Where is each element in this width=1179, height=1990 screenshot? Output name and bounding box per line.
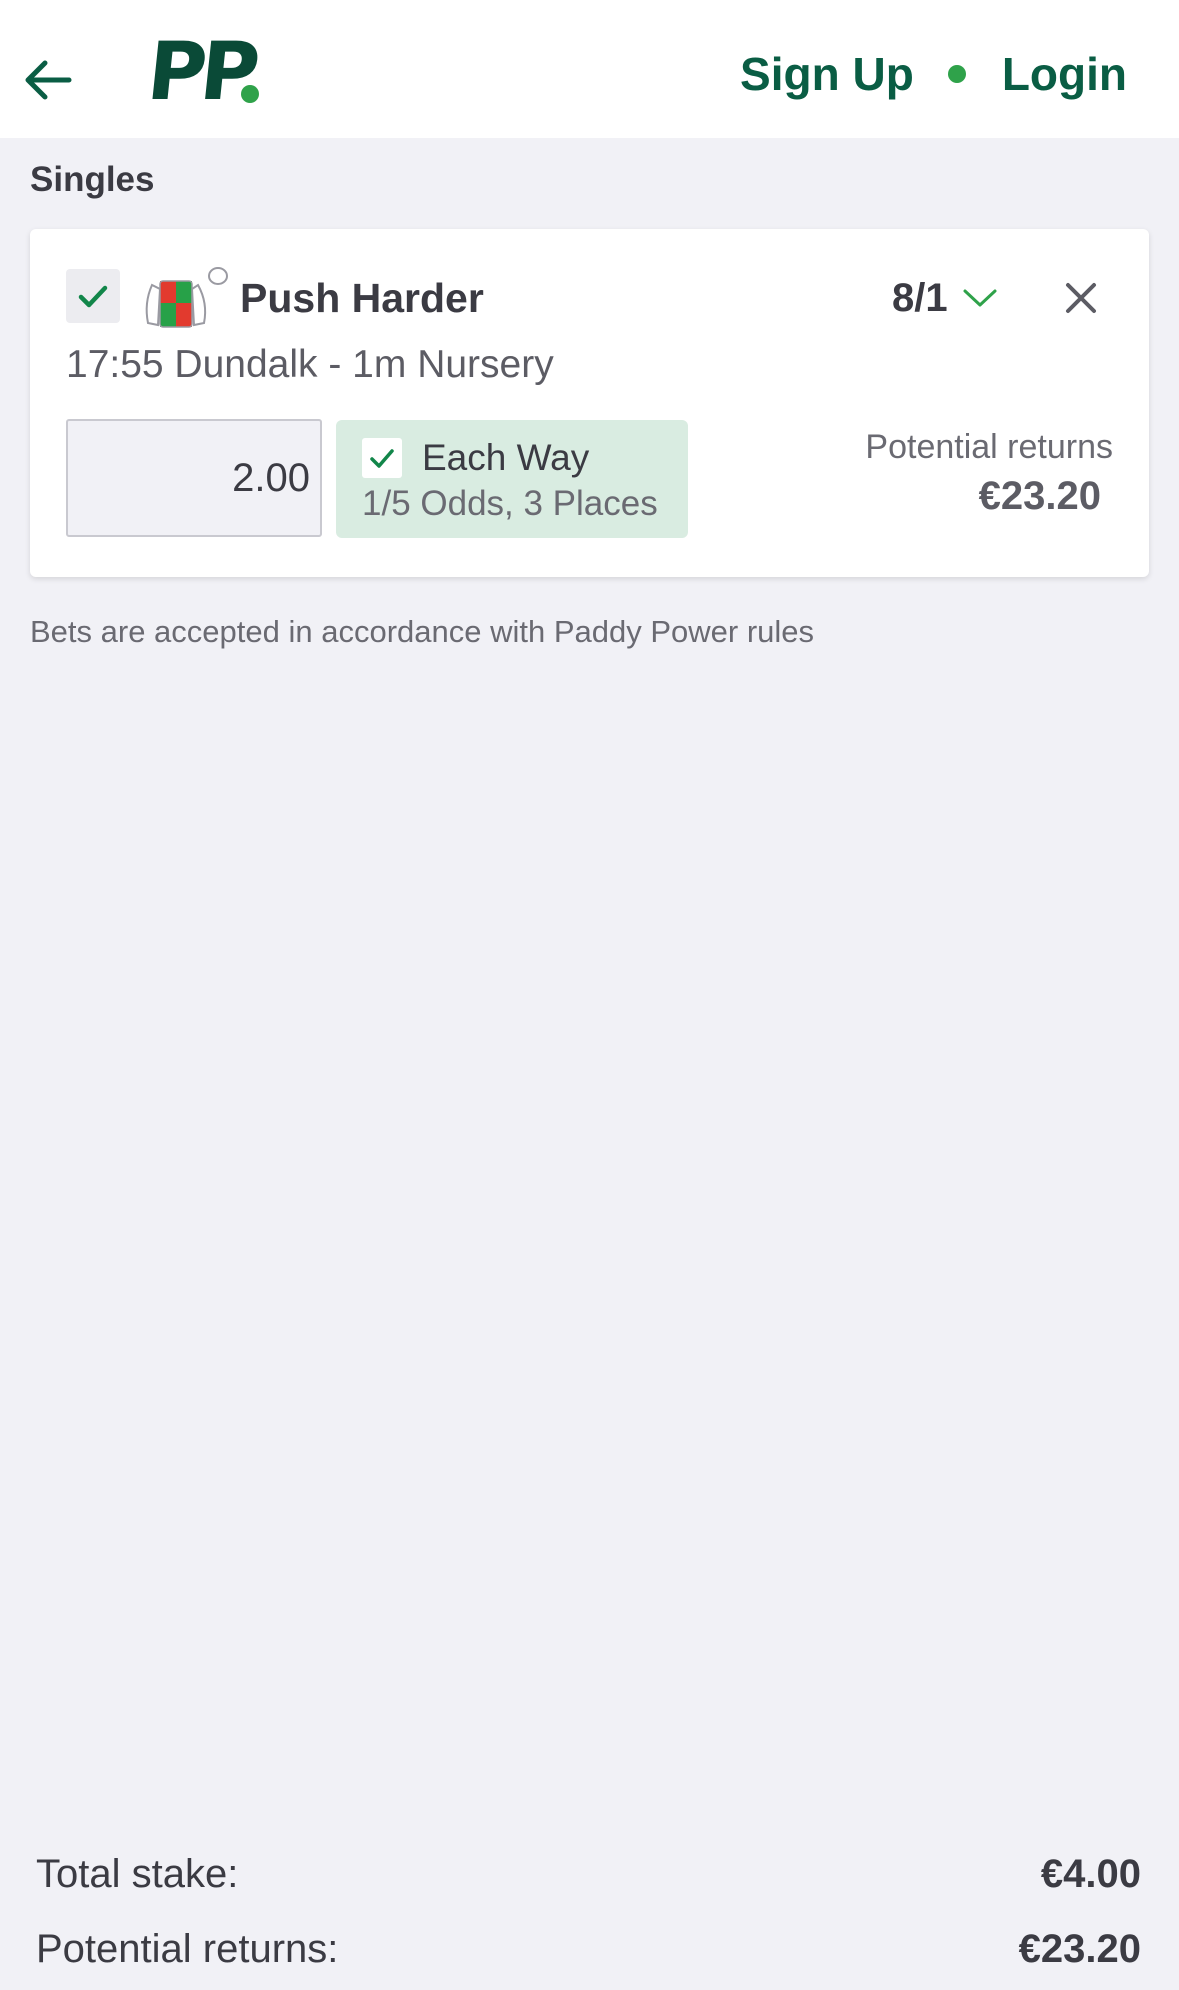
each-way-label: Each Way bbox=[422, 437, 590, 478]
bet-card: Push Harder 8/1 17:55 Dundalk - 1m Nurse… bbox=[30, 229, 1149, 577]
total-stake-label: Total stake: bbox=[36, 1852, 239, 1896]
checkmark-icon bbox=[370, 449, 394, 468]
rules-note: Bets are accepted in accordance with Pad… bbox=[30, 614, 815, 649]
each-way-toggle[interactable]: Each Way 1/5 Odds, 3 Places bbox=[336, 420, 688, 538]
each-way-checkbox[interactable] bbox=[362, 438, 402, 478]
auth-links: Sign Up Login bbox=[740, 44, 1127, 104]
section-title-singles: Singles bbox=[30, 160, 155, 199]
event-info: 17:55 Dundalk - 1m Nursery bbox=[66, 343, 554, 386]
logo-text: PP bbox=[143, 25, 259, 118]
total-potential-returns-value: €23.20 bbox=[1018, 1927, 1141, 1971]
potential-returns-label: Potential returns bbox=[865, 428, 1113, 466]
sign-up-link[interactable]: Sign Up bbox=[740, 47, 914, 101]
odds-price: 8/1 bbox=[892, 276, 948, 320]
selection-name: Push Harder bbox=[240, 275, 484, 321]
login-link[interactable]: Login bbox=[1002, 47, 1127, 101]
betslip-totals: Total stake: €4.00 Potential returns: €2… bbox=[0, 1800, 1179, 1990]
paddy-power-logo[interactable]: PP bbox=[143, 25, 268, 118]
bet-select-checkbox[interactable] bbox=[66, 269, 120, 323]
app-header: PP Sign Up Login bbox=[0, 0, 1179, 138]
each-way-terms: 1/5 Odds, 3 Places bbox=[362, 484, 658, 523]
separator-dot bbox=[947, 65, 966, 83]
potential-returns-value: €23.20 bbox=[978, 474, 1101, 518]
remove-bet-button[interactable] bbox=[1056, 273, 1106, 323]
stake-input[interactable] bbox=[66, 419, 322, 537]
logo-dot bbox=[241, 85, 259, 103]
back-button[interactable] bbox=[18, 50, 78, 110]
total-stake-value: €4.00 bbox=[1040, 1852, 1141, 1896]
total-potential-returns-label: Potential returns: bbox=[36, 1927, 339, 1971]
close-icon bbox=[1066, 283, 1096, 313]
chevron-down-icon bbox=[963, 289, 997, 307]
arrow-left-icon bbox=[25, 60, 72, 100]
checkmark-icon bbox=[78, 285, 108, 308]
odds-dropdown[interactable]: 8/1 bbox=[892, 269, 998, 327]
jockey-silks-icon bbox=[145, 267, 228, 328]
